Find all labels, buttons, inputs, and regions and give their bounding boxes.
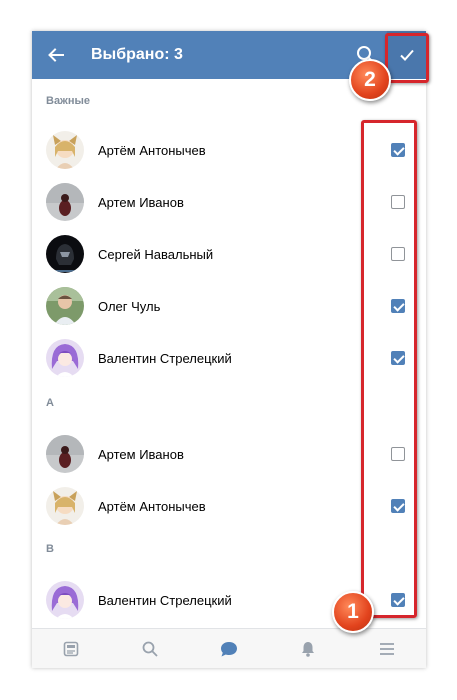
tab-menu[interactable]: [347, 629, 426, 668]
girl-cat-ears-avatar: [46, 487, 84, 525]
contact-name: Валентин Стрелецкий: [98, 593, 232, 608]
back-button[interactable]: [40, 39, 72, 71]
page-title: Выбрано: 3: [91, 46, 183, 63]
contact-name: Валентин Стрелецкий: [98, 351, 232, 366]
girl-cat-ears-avatar: [46, 131, 84, 169]
messages-icon: [220, 642, 237, 657]
bottom-tab-bar: [32, 628, 426, 668]
section-label: А: [46, 397, 54, 409]
checkbox-highlight-frame: [361, 120, 417, 618]
step-badge-2: 2: [349, 59, 391, 101]
menu-icon: [379, 643, 394, 655]
tab-messages[interactable]: [190, 629, 269, 668]
dark-helmet-avatar: [46, 235, 84, 273]
purple-anime-avatar: [46, 581, 84, 619]
contact-name: Артём Антонычев: [98, 143, 206, 158]
step-badge-1: 1: [332, 591, 374, 633]
done-button-highlight-frame: [385, 33, 429, 83]
contact-name: Артем Иванов: [98, 447, 184, 462]
grey-figure-avatar: [46, 435, 84, 473]
section-label: В: [46, 543, 54, 555]
man-photo-avatar: [46, 287, 84, 325]
tab-search[interactable]: [111, 629, 190, 668]
contact-name: Сергей Навальный: [98, 247, 214, 262]
tab-news[interactable]: [32, 629, 111, 668]
grey-figure-avatar: [46, 183, 84, 221]
section-label: Важные: [46, 95, 91, 107]
news-icon: [64, 641, 79, 657]
back-arrow-icon: [48, 48, 64, 62]
search-icon: [142, 641, 158, 657]
contact-name: Артём Антонычев: [98, 499, 206, 514]
purple-anime-avatar: [46, 339, 84, 377]
notifications-icon: [301, 642, 314, 657]
tab-notifications[interactable]: [268, 629, 347, 668]
contact-name: Артем Иванов: [98, 195, 184, 210]
contact-name: Олег Чуль: [98, 299, 161, 314]
